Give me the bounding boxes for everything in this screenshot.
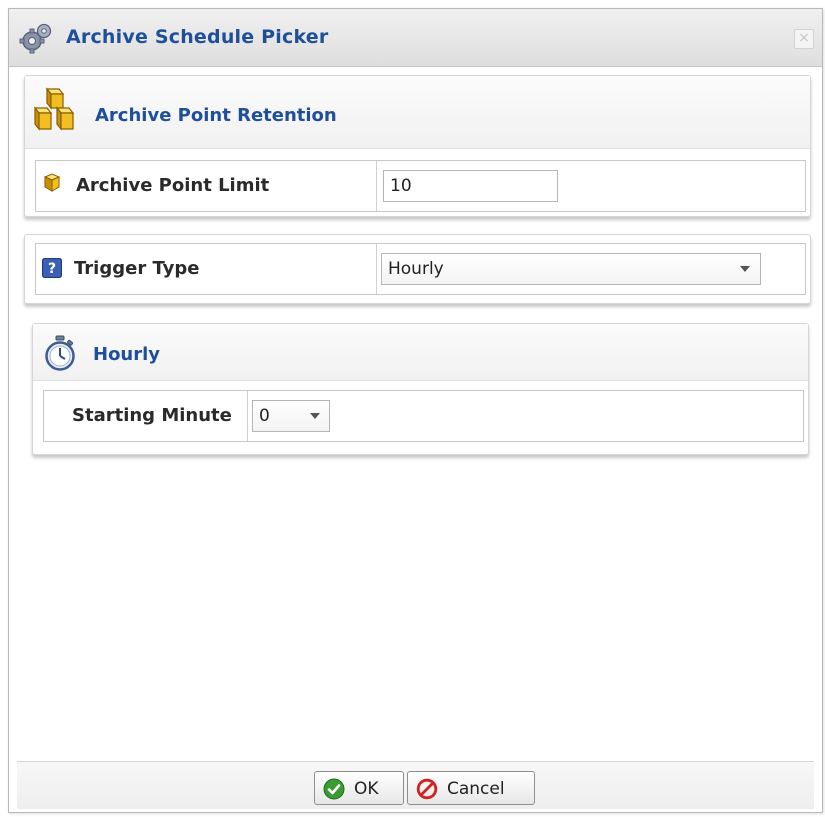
dialog-title: Archive Schedule Picker bbox=[66, 26, 329, 48]
starting-minute-selected-value: 0 bbox=[259, 406, 270, 426]
stacked-cubes-icon bbox=[33, 87, 75, 131]
stopwatch-icon bbox=[45, 335, 75, 371]
starting-minute-row: Starting Minute 0 bbox=[43, 390, 804, 442]
cancel-button[interactable]: Cancel bbox=[407, 771, 535, 805]
check-circle-icon bbox=[323, 778, 345, 800]
svg-text:?: ? bbox=[48, 261, 56, 277]
trigger-type-panel: ? Trigger Type Hourly bbox=[24, 234, 811, 304]
help-icon: ? bbox=[42, 258, 62, 278]
ok-button[interactable]: OK bbox=[314, 771, 404, 805]
hourly-panel: Hourly Starting Minute 0 bbox=[32, 323, 809, 455]
row-divider bbox=[376, 161, 377, 211]
chevron-down-icon bbox=[310, 413, 320, 419]
gears-icon bbox=[19, 23, 52, 54]
starting-minute-select[interactable]: 0 bbox=[252, 400, 330, 432]
cube-icon bbox=[43, 173, 61, 192]
archive-schedule-picker-dialog: Archive Schedule Picker × Archive Point … bbox=[8, 8, 823, 813]
retention-panel-header: Archive Point Retention bbox=[25, 76, 810, 149]
archive-point-limit-input[interactable]: 10 bbox=[383, 170, 558, 202]
close-button[interactable]: × bbox=[794, 29, 814, 49]
ok-button-label: OK bbox=[354, 779, 379, 799]
retention-panel-title: Archive Point Retention bbox=[95, 105, 337, 126]
chevron-down-icon bbox=[740, 266, 750, 272]
trigger-type-label: Trigger Type bbox=[74, 258, 200, 279]
starting-minute-label: Starting Minute bbox=[72, 405, 232, 426]
trigger-type-select[interactable]: Hourly bbox=[381, 253, 761, 285]
row-divider bbox=[376, 244, 377, 294]
hourly-panel-header: Hourly bbox=[33, 324, 808, 381]
archive-point-limit-row: Archive Point Limit 10 bbox=[35, 160, 806, 212]
title-bar[interactable]: Archive Schedule Picker × bbox=[9, 9, 822, 67]
trigger-type-row: ? Trigger Type Hourly bbox=[35, 243, 806, 295]
dialog-footer: OK Cancel bbox=[17, 761, 814, 809]
hourly-panel-title: Hourly bbox=[93, 344, 161, 365]
trigger-type-selected-value: Hourly bbox=[388, 259, 444, 279]
cancel-button-label: Cancel bbox=[447, 779, 505, 799]
no-entry-icon bbox=[416, 778, 438, 800]
archive-point-retention-panel: Archive Point Retention Archive Point Li… bbox=[24, 75, 811, 217]
row-divider bbox=[247, 391, 248, 441]
archive-point-limit-label: Archive Point Limit bbox=[76, 175, 270, 196]
